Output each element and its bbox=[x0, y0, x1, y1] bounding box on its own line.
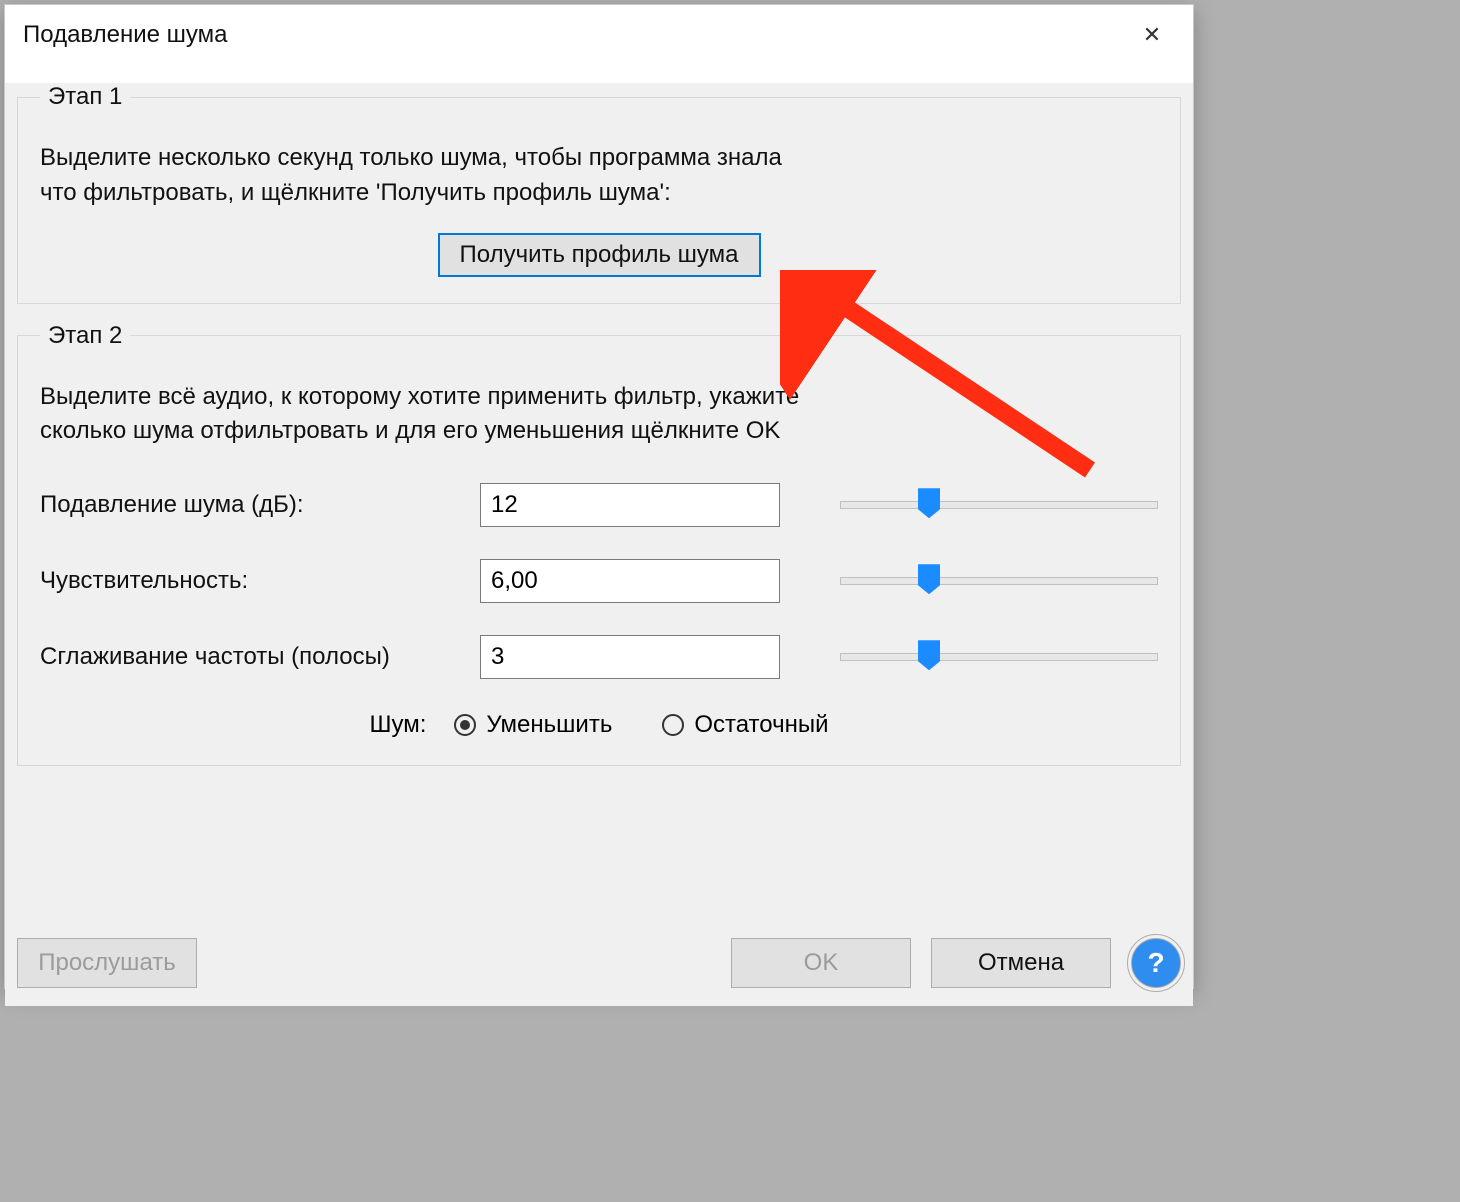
step1-instructions: Выделите несколько секунд только шума, ч… bbox=[40, 141, 1158, 211]
noise-reduce-label: Уменьшить bbox=[486, 711, 612, 739]
noise-reduce-radio[interactable]: Уменьшить bbox=[454, 711, 612, 739]
noise-reduction-label: Подавление шума (дБ): bbox=[40, 491, 480, 519]
sensitivity-label: Чувствительность: bbox=[40, 567, 480, 595]
step2-instructions: Выделите всё аудио, к которому хотите пр… bbox=[40, 380, 1158, 450]
step1-legend: Этап 1 bbox=[40, 83, 130, 111]
close-icon[interactable]: ✕ bbox=[1129, 17, 1175, 53]
radio-checked-icon bbox=[454, 714, 476, 736]
noise-reduction-slider[interactable] bbox=[840, 490, 1158, 520]
freq-smoothing-input[interactable] bbox=[480, 635, 780, 679]
get-noise-profile-button[interactable]: Получить профиль шума bbox=[438, 233, 761, 277]
cancel-button[interactable]: Отмена bbox=[931, 938, 1111, 988]
param-noise-reduction: Подавление шума (дБ): bbox=[40, 483, 1158, 527]
sensitivity-slider[interactable] bbox=[840, 566, 1158, 596]
step1-group: Этап 1 Выделите несколько секунд только … bbox=[17, 83, 1181, 304]
noise-reduction-input[interactable] bbox=[480, 483, 780, 527]
noise-lead-label: Шум: bbox=[369, 711, 426, 739]
dialog-body: Этап 1 Выделите несколько секунд только … bbox=[5, 83, 1193, 1006]
step2-group: Этап 2 Выделите всё аудио, к которому хо… bbox=[17, 322, 1181, 767]
param-sensitivity: Чувствительность: bbox=[40, 559, 1158, 603]
noise-reduction-dialog: Подавление шума ✕ Этап 1 Выделите нескол… bbox=[4, 4, 1194, 989]
preview-button[interactable]: Прослушать bbox=[17, 938, 197, 988]
freq-smoothing-label: Сглаживание частоты (полосы) bbox=[40, 643, 480, 671]
help-icon[interactable]: ? bbox=[1131, 938, 1181, 988]
radio-unchecked-icon bbox=[662, 714, 684, 736]
dialog-footer: Прослушать OK Отмена ? bbox=[17, 938, 1181, 988]
titlebar: Подавление шума ✕ bbox=[5, 5, 1193, 65]
noise-mode-row: Шум: Уменьшить Остаточный bbox=[40, 711, 1158, 739]
ok-button[interactable]: OK bbox=[731, 938, 911, 988]
noise-residual-radio[interactable]: Остаточный bbox=[662, 711, 828, 739]
step2-legend: Этап 2 bbox=[40, 322, 130, 350]
sensitivity-input[interactable] bbox=[480, 559, 780, 603]
dialog-title: Подавление шума bbox=[23, 21, 1129, 49]
noise-residual-label: Остаточный bbox=[694, 711, 828, 739]
param-freq-smoothing: Сглаживание частоты (полосы) bbox=[40, 635, 1158, 679]
freq-smoothing-slider[interactable] bbox=[840, 642, 1158, 672]
